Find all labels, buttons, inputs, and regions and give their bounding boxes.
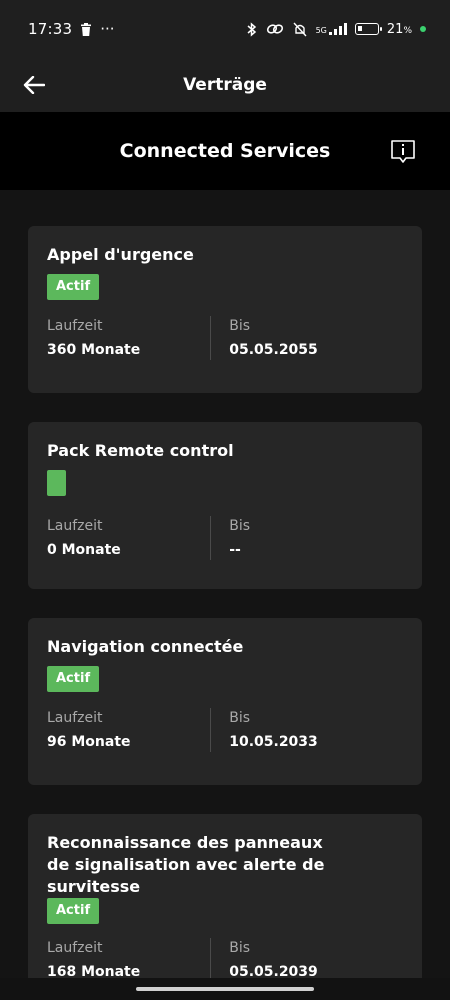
until-col: Bis 05.05.2039 <box>210 938 403 982</box>
duration-value: 0 Monate <box>47 542 121 558</box>
duration-value: 360 Monate <box>47 342 141 358</box>
status-badge: Actif <box>47 666 100 692</box>
service-card[interactable]: Appel d'urgence Actif Laufzeit 360 Monat… <box>28 226 422 393</box>
section-title: Connected Services <box>119 140 331 162</box>
bluetooth-icon <box>247 21 256 37</box>
page-title: Verträge <box>183 75 267 95</box>
until-col: Bis 10.05.2033 <box>210 708 403 752</box>
status-bar: 17:33 ··· 5G 21% <box>0 0 450 58</box>
until-label: Bis <box>229 518 251 534</box>
info-icon <box>391 140 415 163</box>
service-card[interactable]: Reconnaissance des panneaux de signalisa… <box>28 814 422 1000</box>
home-indicator[interactable] <box>136 987 314 991</box>
arrow-left-icon <box>23 76 45 94</box>
back-button[interactable] <box>18 69 50 101</box>
until-col: Bis 05.05.2055 <box>210 316 403 360</box>
service-title: Navigation connectée <box>47 637 244 656</box>
until-label: Bis <box>229 318 251 334</box>
section-banner: Connected Services <box>0 112 450 190</box>
duration-label: Laufzeit <box>47 940 103 956</box>
status-badge <box>47 470 66 496</box>
duration-label: Laufzeit <box>47 318 103 334</box>
until-col: Bis -- <box>210 516 403 560</box>
duration-col: Laufzeit 0 Monate <box>47 516 210 560</box>
service-card[interactable]: Navigation connectée Actif Laufzeit 96 M… <box>28 618 422 785</box>
duration-label: Laufzeit <box>47 518 103 534</box>
until-value: 05.05.2055 <box>229 342 318 358</box>
trash-icon <box>81 22 92 36</box>
service-title: Pack Remote control <box>47 441 234 460</box>
battery-icon <box>354 23 382 35</box>
until-value: 10.05.2033 <box>229 734 318 750</box>
battery-unit: % <box>403 25 412 36</box>
privacy-dot-icon <box>420 26 426 32</box>
service-title: Appel d'urgence <box>47 245 194 264</box>
status-left: 17:33 ··· <box>28 20 115 38</box>
info-button[interactable] <box>390 139 416 165</box>
duration-value: 96 Monate <box>47 734 131 750</box>
service-title: Reconnaissance des panneaux de signalisa… <box>47 833 325 896</box>
network-type: 5G <box>315 26 327 35</box>
duration-col: Laufzeit 360 Monate <box>47 316 210 360</box>
service-meta: Laufzeit 360 Monate Bis 05.05.2055 <box>47 316 403 378</box>
duration-col: Laufzeit 96 Monate <box>47 708 210 752</box>
duration-col: Laufzeit 168 Monate <box>47 938 210 982</box>
status-time: 17:33 <box>28 20 73 38</box>
service-card[interactable]: Pack Remote control Laufzeit 0 Monate Bi… <box>28 422 422 589</box>
until-label: Bis <box>229 710 251 726</box>
until-label: Bis <box>229 940 251 956</box>
service-meta: Laufzeit 96 Monate Bis 10.05.2033 <box>47 708 403 770</box>
signal-icon <box>328 23 347 35</box>
app-header: Verträge <box>0 58 450 112</box>
more-notifications-icon: ··· <box>100 20 115 38</box>
status-right: 5G 21% <box>246 22 426 37</box>
duration-label: Laufzeit <box>47 710 103 726</box>
link-icon <box>266 24 283 34</box>
services-list: Appel d'urgence Actif Laufzeit 360 Monat… <box>28 226 422 1000</box>
until-value: -- <box>229 542 241 558</box>
status-badge: Actif <box>47 898 100 924</box>
status-badge: Actif <box>47 274 100 300</box>
battery-level: 21 <box>386 21 404 37</box>
service-meta: Laufzeit 0 Monate Bis -- <box>47 516 403 578</box>
mute-bell-icon <box>293 22 307 36</box>
